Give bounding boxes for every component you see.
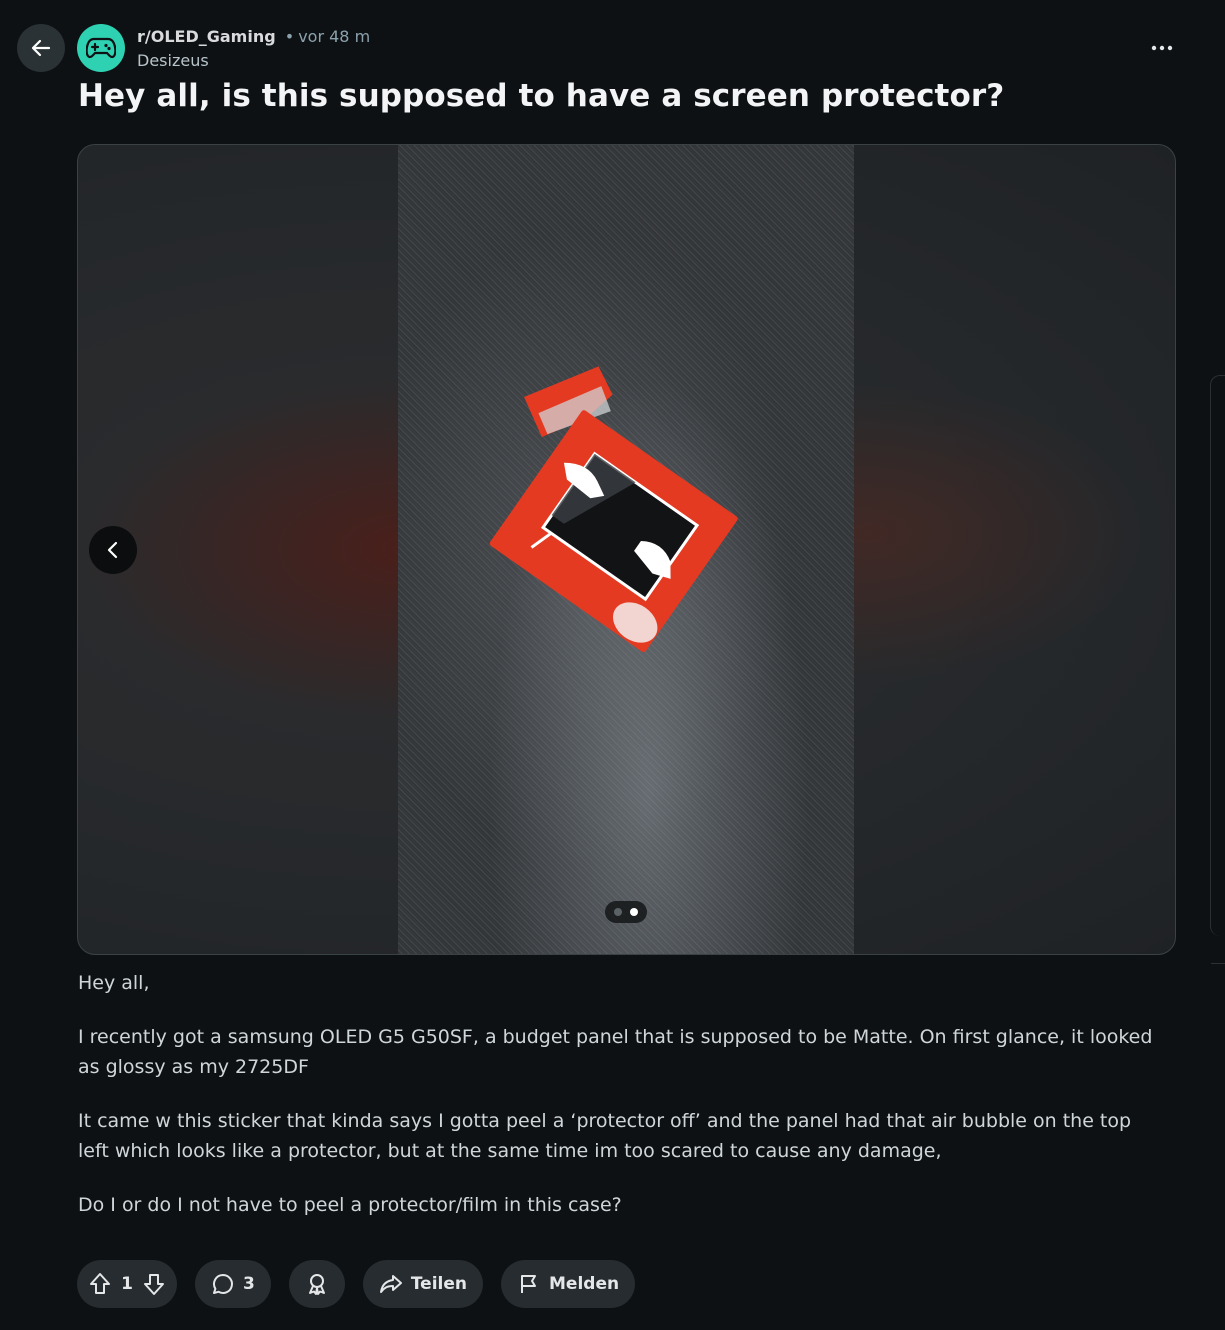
- image-gallery[interactable]: [77, 144, 1176, 955]
- share-button[interactable]: Teilen: [362, 1260, 483, 1308]
- award-icon: [308, 1274, 325, 1295]
- gamepad-icon: [86, 37, 116, 59]
- comment-icon: [213, 1274, 233, 1294]
- report-label: Melden: [549, 1274, 620, 1294]
- downvote-icon[interactable]: [141, 1271, 167, 1297]
- subreddit-link[interactable]: r/OLED_Gaming: [137, 27, 276, 46]
- flag-icon: [521, 1275, 536, 1293]
- meta-separator: •: [284, 27, 295, 46]
- gallery-pagination: [605, 901, 647, 923]
- body-paragraph: It came w this sticker that kinda says I…: [78, 1110, 1132, 1162]
- chevron-left-icon: [107, 541, 118, 559]
- post-actions: 1 3 Teilen Melden: [77, 1260, 636, 1308]
- author-link[interactable]: Desizeus: [137, 50, 370, 72]
- award-button[interactable]: [288, 1260, 345, 1308]
- comment-count: 3: [243, 1274, 255, 1294]
- post-body: Hey all, I recently got a samsung OLED G…: [78, 968, 1158, 1244]
- post-image[interactable]: [398, 145, 854, 954]
- gallery-dot[interactable]: [614, 908, 622, 916]
- gallery-previous-button[interactable]: [89, 526, 137, 574]
- report-button[interactable]: Melden: [501, 1260, 636, 1308]
- body-paragraph: I recently got a samsung OLED G5 G50SF, …: [78, 1026, 1153, 1078]
- back-arrow-icon: [31, 39, 51, 57]
- post-title[interactable]: Hey all, is this supposed to have a scre…: [78, 78, 1004, 114]
- gallery-dot-active[interactable]: [630, 908, 638, 916]
- upvote-icon[interactable]: [87, 1271, 113, 1297]
- back-button[interactable]: [17, 24, 65, 72]
- more-options-button[interactable]: [1142, 30, 1182, 66]
- vote-count: 1: [121, 1274, 133, 1294]
- subreddit-avatar[interactable]: [77, 24, 125, 72]
- share-icon: [379, 1275, 402, 1293]
- body-paragraph: Do I or do I not have to peel a protecto…: [78, 1194, 622, 1216]
- vote-control: 1: [77, 1260, 177, 1308]
- body-paragraph: Hey all,: [78, 972, 150, 994]
- post-time: vor 48 m: [298, 27, 371, 46]
- post-meta: r/OLED_Gaming • vor 48 m Desizeus: [137, 26, 370, 72]
- more-icon: [1151, 45, 1173, 51]
- sidebar-edge-divider: [1211, 963, 1225, 994]
- share-label: Teilen: [410, 1274, 467, 1294]
- sidebar-edge: [1210, 375, 1225, 936]
- protector-sticker-image: [489, 366, 738, 653]
- comments-button[interactable]: 3: [195, 1260, 271, 1308]
